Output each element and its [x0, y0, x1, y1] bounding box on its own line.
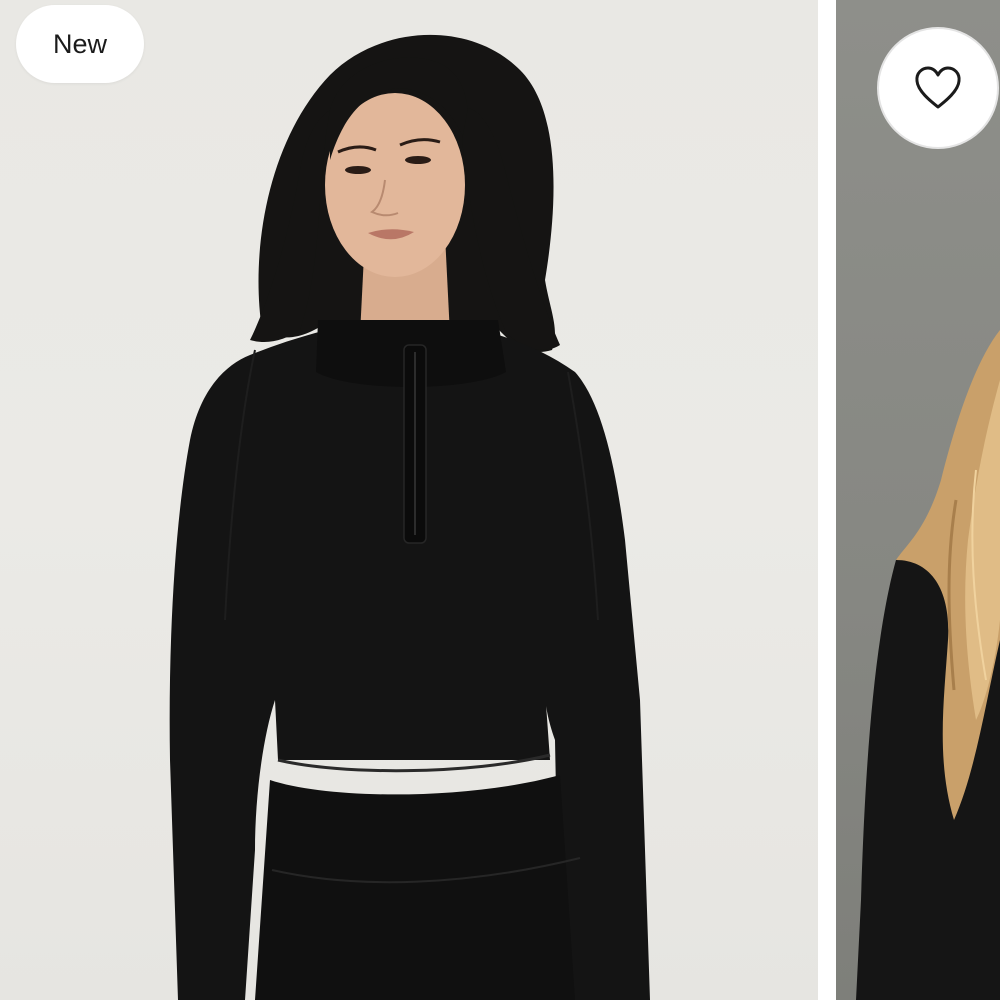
product-card[interactable]: New [0, 0, 818, 1000]
heart-outline-icon [915, 66, 961, 109]
new-badge: New [16, 5, 144, 83]
next-product-card[interactable] [836, 0, 1000, 1000]
new-badge-label: New [52, 28, 107, 59]
product-carousel[interactable]: New [0, 0, 1000, 1000]
next-product-image[interactable] [836, 0, 1000, 1000]
wishlist-button[interactable] [877, 27, 999, 149]
product-image[interactable] [0, 0, 818, 1000]
